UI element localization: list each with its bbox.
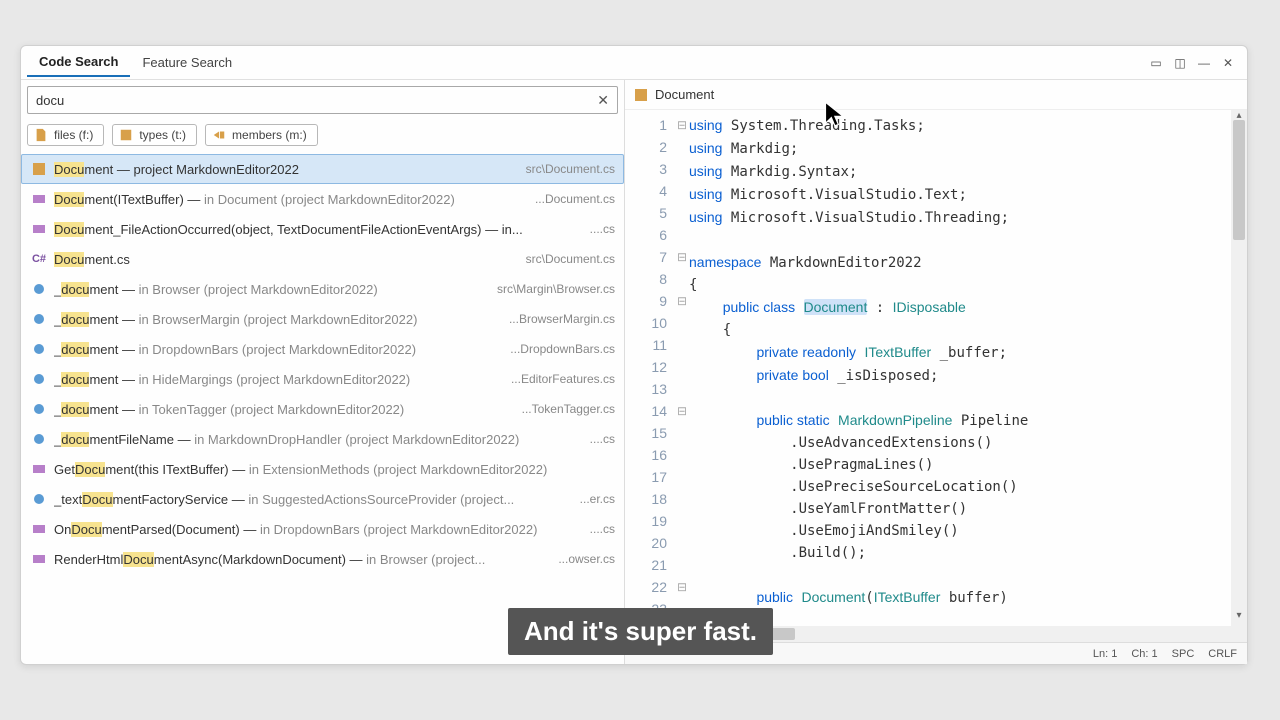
result-path: ....cs (590, 222, 615, 236)
result-row[interactable]: _document — in Browser (project Markdown… (21, 274, 624, 304)
result-row[interactable]: C# Document.cs src\Document.cs (21, 244, 624, 274)
scroll-down-icon[interactable]: ▾ (1231, 610, 1247, 626)
result-icon (30, 220, 48, 238)
result-icon (30, 400, 48, 418)
result-text: GetDocument(this ITextBuffer) — in Exten… (54, 462, 609, 477)
line-gutter: 1234567891011121314151617181920212223 (625, 110, 675, 626)
results-list: Document — project MarkdownEditor2022 src… (21, 154, 624, 664)
preview-title: Document (655, 87, 714, 102)
status-ch: Ch: 1 (1131, 648, 1157, 660)
close-icon[interactable]: ✕ (1219, 54, 1237, 72)
minimize-icon[interactable]: — (1195, 54, 1213, 72)
chip-label: types (t:) (139, 128, 186, 142)
result-row[interactable]: _document — in TokenTagger (project Mark… (21, 394, 624, 424)
result-icon (30, 160, 48, 178)
result-row[interactable]: Document — project MarkdownEditor2022 src… (21, 154, 624, 184)
status-crlf: CRLF (1208, 648, 1237, 660)
dock-icon[interactable]: ▭ (1147, 54, 1165, 72)
result-text: _document — in TokenTagger (project Mark… (54, 402, 516, 417)
code-editor[interactable]: 1234567891011121314151617181920212223 ⊟⊟… (625, 110, 1247, 626)
result-text: Document_FileActionOccurred(object, Text… (54, 222, 584, 237)
status-spc: SPC (1172, 648, 1195, 660)
chip-members[interactable]: members (m:) (205, 124, 318, 146)
result-path: ...owser.cs (558, 552, 615, 566)
video-caption: And it's super fast. (508, 608, 773, 655)
search-input[interactable] (28, 93, 589, 108)
chip-label: files (f:) (54, 128, 93, 142)
result-path: ...Document.cs (535, 192, 615, 206)
vertical-scrollbar[interactable]: ▴ ▾ (1231, 110, 1247, 626)
search-panel: ✕ files (f:) types (t:) members (m:) Doc… (21, 80, 625, 664)
result-path: ...EditorFeatures.cs (511, 372, 615, 386)
fold-column[interactable]: ⊟⊟⊟⊟⊟ (675, 110, 689, 626)
result-path: ...er.cs (580, 492, 615, 506)
result-row[interactable]: _documentFileName — in MarkdownDropHandl… (21, 424, 624, 454)
result-path: ...BrowserMargin.cs (509, 312, 615, 326)
result-icon (30, 310, 48, 328)
tab-bar: Code Search Feature Search ▭ ◫ — ✕ (21, 46, 1247, 80)
result-row[interactable]: Document_FileActionOccurred(object, Text… (21, 214, 624, 244)
result-row[interactable]: _document — in DropdownBars (project Mar… (21, 334, 624, 364)
result-text: _document — in Browser (project Markdown… (54, 282, 491, 297)
tab-feature-search[interactable]: Feature Search (130, 49, 244, 76)
preview-panel: Document 1234567891011121314151617181920… (625, 80, 1247, 664)
result-text: _document — in BrowserMargin (project Ma… (54, 312, 503, 327)
result-text: Document(ITextBuffer) — in Document (pro… (54, 192, 529, 207)
preview-header: Document (625, 80, 1247, 110)
result-row[interactable]: _document — in HideMargings (project Mar… (21, 364, 624, 394)
class-icon (633, 87, 649, 103)
result-icon (30, 190, 48, 208)
result-icon (30, 430, 48, 448)
result-icon: C# (30, 250, 48, 268)
chip-label: members (m:) (232, 128, 307, 142)
result-text: _document — in DropdownBars (project Mar… (54, 342, 504, 357)
result-icon (30, 340, 48, 358)
split-icon[interactable]: ◫ (1171, 54, 1189, 72)
result-path: src\Document.cs (526, 162, 615, 176)
result-path: ...DropdownBars.cs (510, 342, 615, 356)
result-text: OnDocumentParsed(Document) — in Dropdown… (54, 522, 584, 537)
scroll-thumb[interactable] (1233, 120, 1245, 240)
status-ln: Ln: 1 (1093, 648, 1117, 660)
result-icon (30, 520, 48, 538)
result-text: Document — project MarkdownEditor2022 (54, 162, 520, 177)
result-row[interactable]: OnDocumentParsed(Document) — in Dropdown… (21, 514, 624, 544)
result-icon (30, 460, 48, 478)
result-text: Document.cs (54, 252, 520, 267)
result-row[interactable]: _document — in BrowserMargin (project Ma… (21, 304, 624, 334)
result-path: ...TokenTagger.cs (522, 402, 615, 416)
code-search-window: Code Search Feature Search ▭ ◫ — ✕ ✕ fil… (20, 45, 1248, 665)
result-path: src\Document.cs (526, 252, 615, 266)
chip-files[interactable]: files (f:) (27, 124, 104, 146)
result-icon (30, 280, 48, 298)
chip-types[interactable]: types (t:) (112, 124, 197, 146)
result-icon (30, 550, 48, 568)
result-text: _documentFileName — in MarkdownDropHandl… (54, 432, 584, 447)
result-text: _textDocumentFactoryService — in Suggest… (54, 492, 574, 507)
result-row[interactable]: _textDocumentFactoryService — in Suggest… (21, 484, 624, 514)
result-row[interactable]: GetDocument(this ITextBuffer) — in Exten… (21, 454, 624, 484)
tab-code-search[interactable]: Code Search (27, 48, 130, 77)
result-icon (30, 370, 48, 388)
code-area[interactable]: using System.Threading.Tasks; using Mark… (689, 110, 1231, 626)
result-row[interactable]: Document(ITextBuffer) — in Document (pro… (21, 184, 624, 214)
result-path: src\Margin\Browser.cs (497, 282, 615, 296)
result-path: ....cs (590, 522, 615, 536)
result-row[interactable]: RenderHtmlDocumentAsync(MarkdownDocument… (21, 544, 624, 574)
filter-chips: files (f:) types (t:) members (m:) (21, 118, 624, 154)
clear-icon[interactable]: ✕ (589, 92, 617, 109)
result-icon (30, 490, 48, 508)
search-box[interactable]: ✕ (27, 86, 618, 114)
result-path: ....cs (590, 432, 615, 446)
result-text: _document — in HideMargings (project Mar… (54, 372, 505, 387)
result-text: RenderHtmlDocumentAsync(MarkdownDocument… (54, 552, 552, 567)
